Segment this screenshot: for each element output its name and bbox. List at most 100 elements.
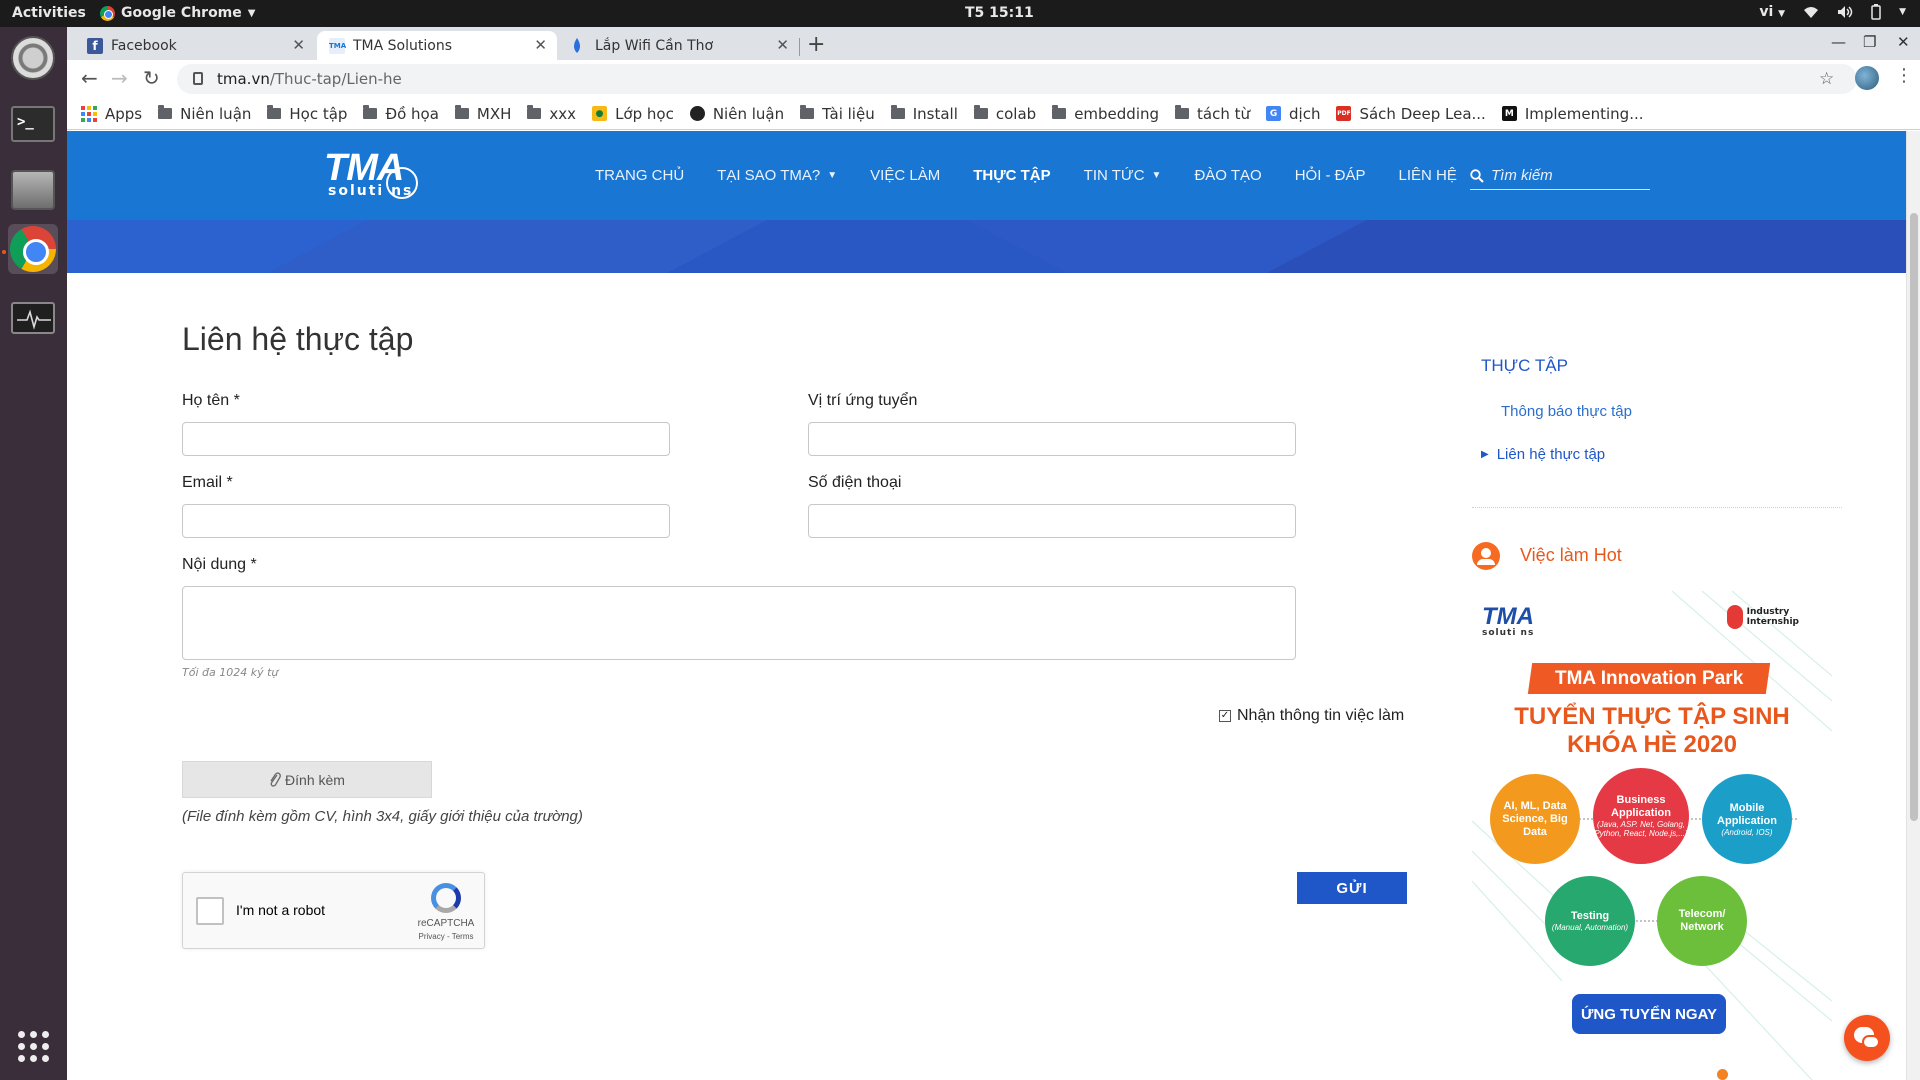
- topic-title: Business Application: [1611, 794, 1671, 819]
- file-cabinet-icon: [11, 170, 55, 210]
- show-applications-button[interactable]: [8, 1021, 58, 1071]
- carousel-dot[interactable]: [1717, 1069, 1728, 1080]
- bookmark-label: Lớp học: [615, 104, 674, 123]
- topic-telecom: Telecom/ Network: [1657, 876, 1747, 966]
- nav-why-tma[interactable]: TẠI SAO TMA? ▼: [717, 167, 837, 184]
- recaptcha-terms-link[interactable]: Privacy - Terms: [416, 932, 476, 941]
- clock[interactable]: T5 15:11: [965, 5, 1034, 21]
- apply-now-button[interactable]: ỨNG TUYỂN NGAY: [1572, 994, 1726, 1034]
- tab-lap-wifi[interactable]: Lắp Wifi Cần Thơ ✕: [559, 31, 799, 60]
- restore-icon[interactable]: ❐: [1863, 33, 1876, 51]
- bookmark-link[interactable]: ● Lớp học: [592, 105, 674, 123]
- nav-news[interactable]: TIN TỨC ▼: [1084, 167, 1162, 184]
- system-tray[interactable]: vi ▼ ▼: [1759, 4, 1906, 20]
- position-field[interactable]: [808, 422, 1296, 456]
- active-indicator: [2, 250, 6, 254]
- bookmark-folder[interactable]: tách từ: [1175, 105, 1250, 123]
- minimize-icon[interactable]: —: [1831, 33, 1846, 51]
- nav-training[interactable]: ĐÀO TẠO: [1194, 167, 1261, 184]
- app-menu[interactable]: Google Chrome ▼: [100, 5, 255, 21]
- tab-tma-solutions[interactable]: TMA TMA Solutions ✕: [317, 31, 557, 60]
- bookmark-apps[interactable]: Apps: [81, 105, 142, 123]
- sidebar-heading[interactable]: THỰC TẬP: [1481, 356, 1568, 376]
- chrome-icon: [10, 226, 56, 272]
- bookmark-folder[interactable]: Tài liệu: [800, 105, 875, 123]
- bookmark-label: tách từ: [1197, 104, 1251, 123]
- bookmark-folder[interactable]: Install: [890, 105, 958, 123]
- bookmark-link[interactable]: M Implementing...: [1501, 105, 1644, 123]
- water-drop-icon: [571, 37, 587, 54]
- bookmark-folder[interactable]: colab: [973, 105, 1036, 123]
- volume-icon: [1838, 6, 1853, 18]
- window-close-icon[interactable]: ✕: [1897, 33, 1910, 51]
- main-nav: TRANG CHỦ TẠI SAO TMA? ▼ VIỆC LÀM THỰC TẬ…: [595, 167, 1490, 184]
- system-monitor-icon: [11, 302, 55, 334]
- submit-button[interactable]: GỬI: [1297, 872, 1407, 904]
- internship-ad-banner[interactable]: TMA soluti ns Industry Internship TMA In…: [1472, 591, 1832, 1080]
- back-arrow-icon[interactable]: ←: [81, 66, 98, 90]
- attach-button[interactable]: Đính kèm: [182, 761, 432, 798]
- url-domain: tma.vn: [217, 70, 270, 88]
- dock-settings[interactable]: [8, 33, 58, 83]
- phone-field[interactable]: [808, 504, 1296, 538]
- bookmark-folder[interactable]: xxx: [527, 105, 576, 123]
- bookmark-link[interactable]: PDF Sách Deep Lea...: [1336, 105, 1486, 123]
- close-icon[interactable]: ✕: [776, 36, 789, 54]
- dock-files[interactable]: [8, 165, 58, 215]
- subscribe-checkbox[interactable]: ✓: [1219, 710, 1231, 722]
- more-menu-icon[interactable]: ⋮: [1895, 65, 1913, 86]
- ubuntu-dock: >_: [0, 27, 67, 1080]
- input-method-label: vi: [1759, 4, 1774, 20]
- new-tab-button[interactable]: +: [807, 32, 825, 57]
- search-input[interactable]: [1491, 167, 1641, 184]
- bookmark-folder[interactable]: Học tập: [267, 105, 347, 123]
- tma-logo[interactable]: TMA soluti ns: [324, 149, 418, 199]
- reload-icon[interactable]: ↻: [143, 66, 160, 90]
- system-menu-caret-icon[interactable]: ▼: [1899, 7, 1906, 17]
- nav-label: TIN TỨC: [1083, 167, 1145, 184]
- bookmark-star-icon[interactable]: ☆: [1819, 69, 1834, 89]
- subscribe-option[interactable]: ✓ Nhận thông tin việc làm: [1219, 707, 1404, 725]
- dock-terminal[interactable]: >_: [8, 99, 58, 149]
- chat-button[interactable]: [1844, 1015, 1890, 1061]
- bookmark-link[interactable]: Niên luận: [689, 105, 784, 123]
- folder-icon: [973, 105, 988, 119]
- forward-arrow-icon[interactable]: →: [111, 66, 128, 90]
- close-icon[interactable]: ✕: [534, 36, 547, 54]
- email-field[interactable]: [182, 504, 670, 538]
- chevron-down-icon: ▼: [827, 170, 838, 181]
- bookmark-folder[interactable]: Niên luận: [158, 105, 251, 123]
- content-textarea[interactable]: [182, 586, 1296, 660]
- search-icon[interactable]: [1470, 168, 1484, 183]
- nav-internship[interactable]: THỰC TẬP: [973, 167, 1050, 184]
- topic-subtitle: (Android, IOS): [1721, 827, 1773, 837]
- close-icon[interactable]: ✕: [292, 36, 305, 54]
- dock-system-monitor[interactable]: [8, 293, 58, 343]
- input-method-indicator[interactable]: vi ▼: [1759, 4, 1785, 20]
- sidebar-item-internship-contact[interactable]: ▶ Liên hệ thực tập: [1481, 446, 1605, 463]
- nav-label: ĐÀO TẠO: [1194, 167, 1262, 184]
- folder-icon: [890, 105, 905, 119]
- tma-favicon-icon: TMA: [329, 37, 346, 54]
- nav-faq[interactable]: HỎI - ĐÁP: [1295, 167, 1366, 184]
- bookmark-folder[interactable]: Đồ họa: [363, 105, 439, 123]
- topic-business-app: Business Application (Java, ASP. Net, Go…: [1593, 768, 1689, 864]
- scrollbar-thumb[interactable]: [1910, 213, 1918, 821]
- recaptcha-logo-icon: [431, 883, 461, 913]
- profile-avatar[interactable]: [1855, 66, 1879, 90]
- bookmark-link[interactable]: Gdịch: [1266, 105, 1320, 123]
- tab-facebook[interactable]: f Facebook ✕: [75, 31, 315, 60]
- dock-chrome[interactable]: [8, 224, 58, 274]
- nav-home[interactable]: TRANG CHỦ: [595, 167, 684, 184]
- activities-button[interactable]: Activities: [12, 5, 86, 21]
- address-bar[interactable]: tma.vn/Thuc-tap/Lien-he: [177, 64, 1857, 94]
- nav-jobs[interactable]: VIỆC LÀM: [870, 167, 940, 184]
- page-scrollbar[interactable]: [1906, 131, 1920, 1080]
- nav-contact[interactable]: LIÊN HỆ: [1399, 167, 1457, 184]
- recaptcha-checkbox[interactable]: [196, 897, 224, 925]
- bookmark-folder[interactable]: MXH: [454, 105, 511, 123]
- name-field[interactable]: [182, 422, 670, 456]
- bookmark-folder[interactable]: embedding: [1052, 105, 1159, 123]
- topic-subtitle: (Java, ASP. Net, Golang, Python, React, …: [1594, 820, 1688, 838]
- sidebar-item-internship-notice[interactable]: Thông báo thực tập: [1501, 403, 1632, 420]
